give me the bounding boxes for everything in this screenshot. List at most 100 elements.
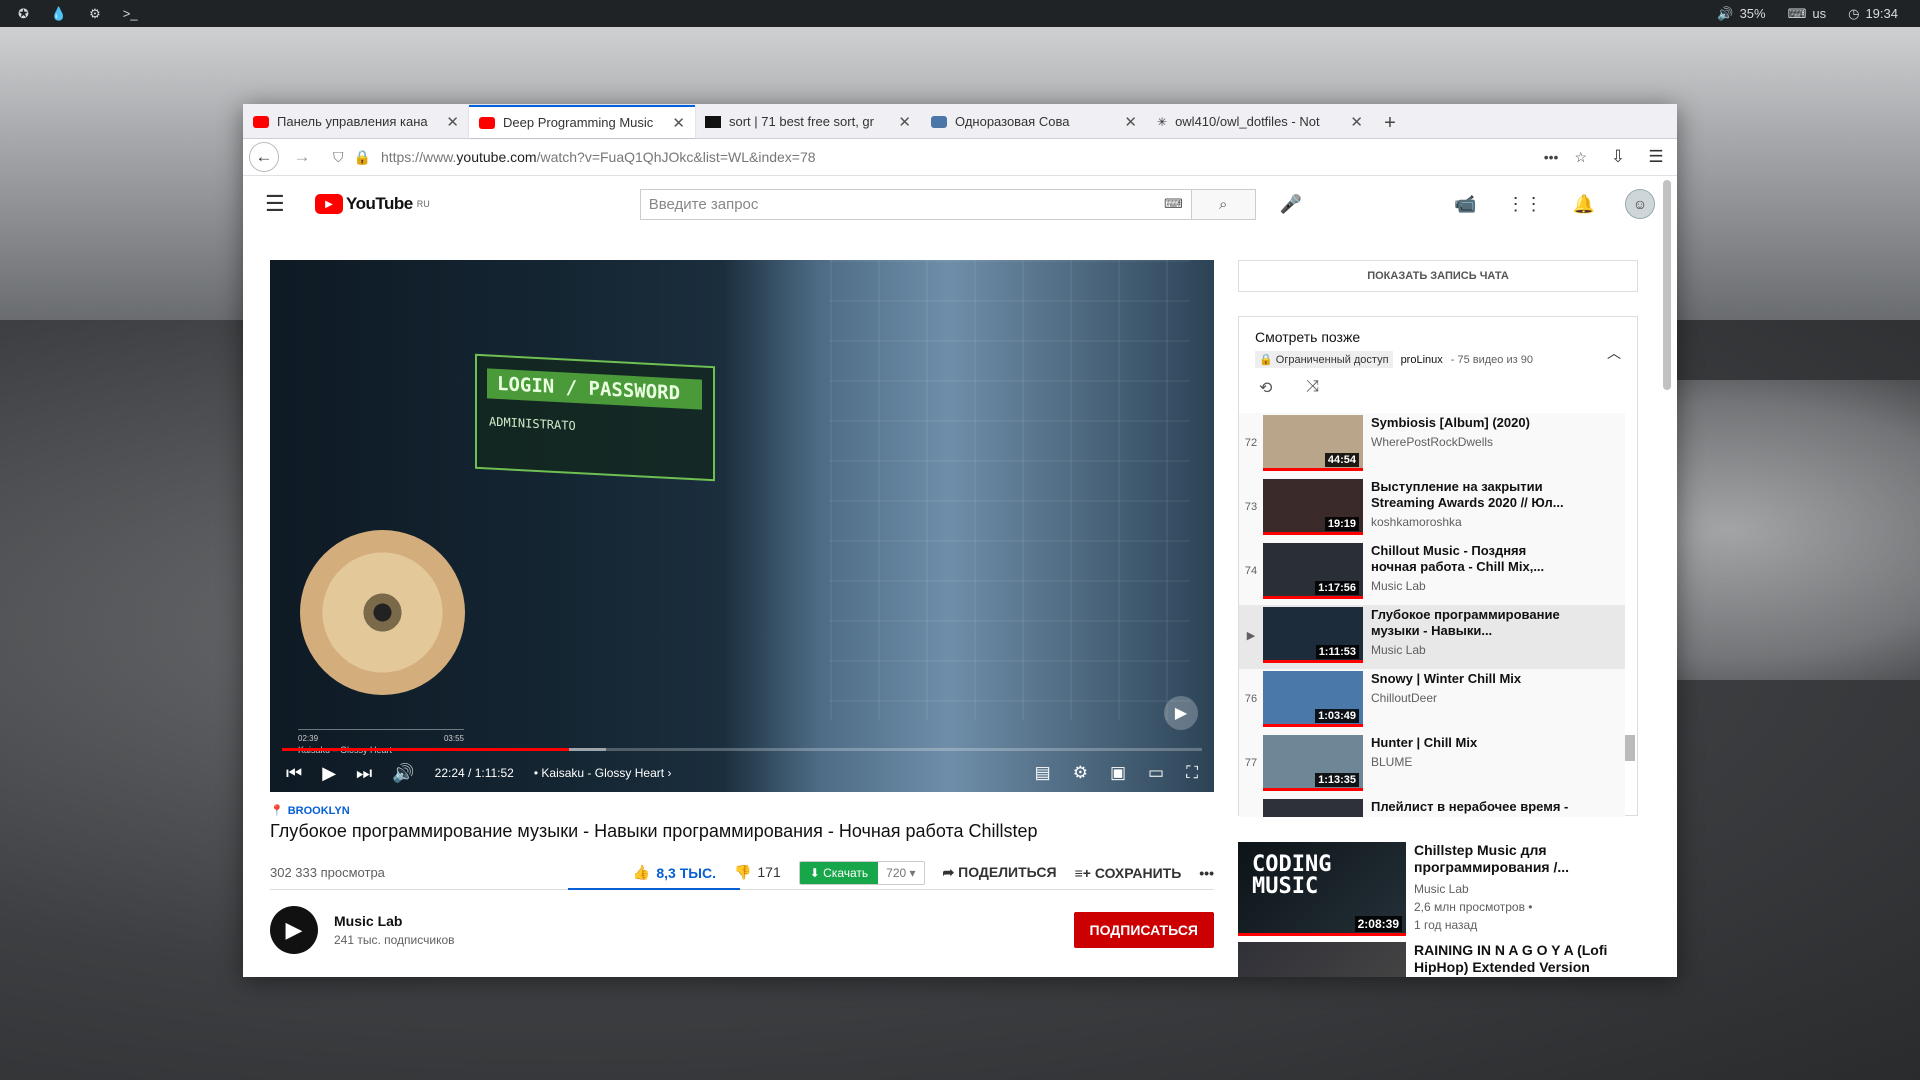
next-icon[interactable]: ⏭ bbox=[356, 763, 372, 784]
playlist-thumbnail[interactable] bbox=[1263, 799, 1363, 817]
miniplayer-icon[interactable]: ▣ bbox=[1110, 763, 1126, 783]
page-actions-icon[interactable]: ••• bbox=[1544, 149, 1559, 166]
keyboard-icon[interactable]: ⌨ bbox=[1164, 196, 1183, 212]
close-tab-icon[interactable]: ✕ bbox=[1350, 113, 1363, 131]
settings-icon[interactable]: ⚙ bbox=[89, 6, 101, 22]
playlist-item-title[interactable]: Hunter | Chill Mix bbox=[1371, 735, 1571, 751]
playlist-item[interactable]: 74 1:17:56 Chillout Music - Поздняя ночная… bbox=[1239, 541, 1625, 605]
login-screen-graphic: LOGIN / PASSWORD ADMINISTRATO bbox=[475, 353, 715, 482]
recommended-thumbnail[interactable]: CODING MUSIC 2:08:39 bbox=[1238, 842, 1406, 936]
shield-icon[interactable]: ⛉ bbox=[333, 149, 344, 166]
playlist-scrollbar[interactable] bbox=[1625, 735, 1635, 761]
tab-bar: Панель управления кана ✕ Deep Programmin… bbox=[243, 104, 1677, 139]
close-tab-icon[interactable]: ✕ bbox=[898, 113, 911, 131]
playlist-item[interactable]: 77 1:13:35 Hunter | Chill Mix BLUME bbox=[1239, 733, 1625, 797]
volume-indicator[interactable]: 🔊 35% bbox=[1717, 6, 1765, 22]
share-button[interactable]: ➦ ПОДЕЛИТЬСЯ bbox=[943, 864, 1057, 881]
forward-button[interactable]: → bbox=[287, 142, 317, 172]
play-icon[interactable]: ▶ bbox=[322, 763, 336, 784]
channel-avatar[interactable]: ▶ bbox=[270, 906, 318, 954]
progress-bar[interactable] bbox=[282, 748, 1202, 751]
close-tab-icon[interactable]: ✕ bbox=[1124, 113, 1137, 131]
notifications-bell-icon[interactable]: 🔔 bbox=[1573, 194, 1595, 215]
subscribe-button[interactable]: ПОДПИСАТЬСЯ bbox=[1073, 912, 1214, 948]
playlist-thumbnail[interactable]: 44:54 bbox=[1263, 415, 1363, 471]
playlist-item[interactable]: 73 19:19 Выступление на закрытии Streaming… bbox=[1239, 477, 1625, 541]
playlist-item[interactable]: 78 Плейлист в нерабочее время - Вдохновля… bbox=[1239, 797, 1625, 817]
bookmark-star-icon[interactable]: ☆ bbox=[1574, 149, 1587, 166]
recommended-title[interactable]: RAINING IN N A G O Y A (Lofi HipHop) Ext… bbox=[1414, 942, 1634, 976]
channel-watermark-icon[interactable]: ▶ bbox=[1164, 696, 1198, 730]
playlist-item-title[interactable]: Выступление на закрытии Streaming Awards… bbox=[1371, 479, 1571, 511]
tab-deep-programming[interactable]: Deep Programming Music ✕ bbox=[469, 105, 695, 138]
channel-name[interactable]: Music Lab bbox=[334, 913, 455, 929]
drop-icon[interactable]: 💧 bbox=[51, 6, 67, 22]
tab-channel-dashboard[interactable]: Панель управления кана ✕ bbox=[243, 105, 469, 138]
user-avatar[interactable]: ☺ bbox=[1625, 189, 1655, 219]
lock-icon[interactable]: 🔒 bbox=[354, 149, 371, 166]
url-bar[interactable]: ⛉ 🔒 https://www.youtube.com/watch?v=FuaQ… bbox=[325, 143, 1595, 171]
shuffle-icon[interactable]: ⤨ bbox=[1306, 378, 1319, 398]
tab-vk[interactable]: Одноразовая Сова ✕ bbox=[921, 105, 1147, 138]
terminal-icon[interactable]: >_ bbox=[123, 6, 138, 21]
keyboard-layout[interactable]: ⌨ us bbox=[1788, 6, 1827, 22]
subtitles-icon[interactable]: ▤ bbox=[1035, 763, 1051, 783]
tab-dotfiles[interactable]: ✳ owl410/owl_dotfiles - Not ✕ bbox=[1147, 105, 1373, 138]
playlist-thumbnail[interactable]: 19:19 bbox=[1263, 479, 1363, 535]
playlist-thumbnail[interactable]: 1:03:49 bbox=[1263, 671, 1363, 727]
save-button[interactable]: ≡+ СОХРАНИТЬ bbox=[1075, 865, 1182, 881]
clock[interactable]: ◷ 19:34 bbox=[1848, 6, 1898, 22]
playlist-item-title[interactable]: Symbiosis [Album] (2020) bbox=[1371, 415, 1571, 431]
library-icon[interactable]: ⇩ bbox=[1603, 142, 1633, 172]
page-scrollbar[interactable] bbox=[1663, 180, 1671, 390]
create-video-icon[interactable]: 📹 bbox=[1454, 194, 1476, 215]
playlist-title[interactable]: Смотреть позже bbox=[1255, 329, 1621, 345]
mic-icon[interactable]: 🎤 bbox=[1280, 194, 1302, 215]
playlist-item-title[interactable]: Глубокое программирование музыки - Навык… bbox=[1371, 607, 1571, 639]
app-menu-icon[interactable]: ✪ bbox=[18, 6, 29, 22]
playlist-item-title[interactable]: Chillout Music - Поздняя ночная работа -… bbox=[1371, 543, 1571, 575]
more-actions-icon[interactable]: ••• bbox=[1199, 865, 1214, 881]
chapter-title[interactable]: • Kaisaku - Glossy Heart › bbox=[534, 766, 672, 780]
search-input[interactable]: Введите запрос ⌨ bbox=[639, 188, 1192, 220]
playlist-item-title[interactable]: Snowy | Winter Chill Mix bbox=[1371, 671, 1571, 687]
recommended-title[interactable]: Chillstep Music для программирования /..… bbox=[1414, 842, 1634, 876]
download-button[interactable]: ⬇ Скачать bbox=[799, 861, 879, 884]
settings-icon[interactable]: ⚙ bbox=[1073, 763, 1088, 783]
volume-icon[interactable]: 🔊 bbox=[392, 763, 414, 784]
video-player[interactable]: LOGIN / PASSWORD ADMINISTRATO 02:39 03:5… bbox=[270, 260, 1214, 792]
location-tag[interactable]: 📍 BROOKLYN bbox=[270, 804, 1214, 818]
quality-select[interactable]: 720 ▾ bbox=[878, 862, 923, 884]
playlist-thumbnail[interactable]: 1:13:35 bbox=[1263, 735, 1363, 791]
close-tab-icon[interactable]: ✕ bbox=[446, 113, 459, 131]
recommended-video[interactable]: CODING MUSIC 2:08:39 Chillstep Music для… bbox=[1238, 842, 1638, 936]
playlist-item[interactable]: ▶ 1:11:53 Глубокое программирование музыки… bbox=[1239, 605, 1625, 669]
dislike-button[interactable]: 👎 171 bbox=[734, 864, 781, 881]
show-chat-replay-button[interactable]: ПОКАЗАТЬ ЗАПИСЬ ЧАТА bbox=[1238, 260, 1638, 292]
youtube-logo[interactable]: ▶ YouTube RU bbox=[315, 194, 430, 214]
theater-mode-icon[interactable]: ▭ bbox=[1148, 763, 1164, 783]
like-button[interactable]: 👍 8,3 ТЫС. bbox=[633, 864, 716, 881]
tab-sort[interactable]: sort | 71 best free sort, gr ✕ bbox=[695, 105, 921, 138]
menu-icon[interactable]: ☰ bbox=[1641, 142, 1671, 172]
playlist-item-title[interactable]: Плейлист в нерабочее время - Вдохновляющ… bbox=[1371, 799, 1571, 817]
playlist-item[interactable]: 76 1:03:49 Snowy | Winter Chill Mix Chillou… bbox=[1239, 669, 1625, 733]
playlist-index: 74 bbox=[1244, 565, 1258, 577]
apps-grid-icon[interactable]: ⋮⋮ bbox=[1507, 194, 1543, 215]
back-button[interactable]: ← bbox=[249, 142, 279, 172]
playlist-item[interactable]: 72 44:54 Symbiosis [Album] (2020) WherePost… bbox=[1239, 413, 1625, 477]
search-button[interactable]: ⌕ bbox=[1191, 188, 1256, 220]
previous-icon[interactable]: ⏮ bbox=[286, 763, 302, 784]
guide-menu-icon[interactable]: ☰ bbox=[265, 191, 293, 217]
playlist-owner[interactable]: proLinux bbox=[1401, 354, 1443, 366]
recommended-thumbnail[interactable] bbox=[1238, 942, 1406, 977]
collapse-chevron-icon[interactable]: ︿ bbox=[1607, 343, 1621, 363]
recommended-video[interactable]: RAINING IN N A G O Y A (Lofi HipHop) Ext… bbox=[1238, 942, 1638, 977]
close-tab-icon[interactable]: ✕ bbox=[672, 114, 685, 132]
playlist-thumbnail[interactable]: 1:11:53 bbox=[1263, 607, 1363, 663]
playlist-thumbnail[interactable]: 1:17:56 bbox=[1263, 543, 1363, 599]
new-tab-button[interactable]: + bbox=[1373, 108, 1407, 138]
fullscreen-icon[interactable]: ⛶ bbox=[1186, 763, 1198, 783]
loop-icon[interactable]: ⟲ bbox=[1259, 378, 1272, 398]
recommended-channel[interactable]: Music Lab bbox=[1414, 880, 1634, 898]
